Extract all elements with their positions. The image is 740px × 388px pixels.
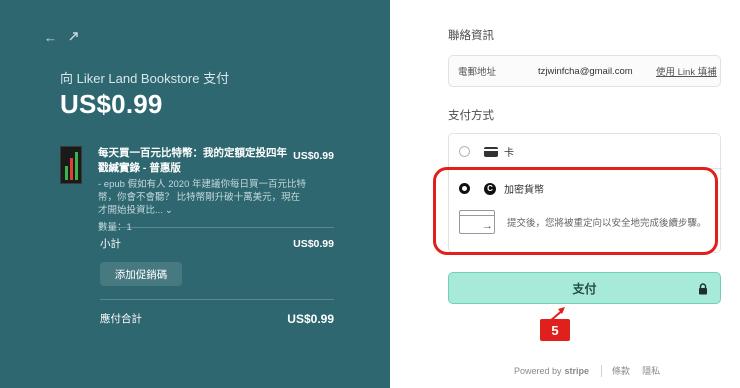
pay-to-label: 向 Liker Land Bookstore 支付 xyxy=(60,71,230,86)
store-logo-icon xyxy=(69,30,79,45)
terms-link[interactable]: 條款 xyxy=(612,364,630,377)
add-promo-code-button[interactable]: 添加促銷碼 xyxy=(100,262,182,286)
product-thumbnail xyxy=(60,146,82,184)
back-arrow-icon[interactable]: ← xyxy=(44,30,57,45)
link-autofill-link[interactable]: 使用 Link 填補 xyxy=(656,64,717,78)
footer: Powered by stripe 條款 隱私 xyxy=(514,364,672,377)
step-badge: 5 xyxy=(540,319,570,341)
subtotal-label: 小計 xyxy=(100,238,121,250)
total-label: 應付合計 xyxy=(100,313,142,325)
pay-button[interactable]: 支付 xyxy=(448,272,721,304)
total-value: US$0.99 xyxy=(287,311,334,326)
total-row: 應付合計 US$0.99 xyxy=(100,311,334,326)
card-label: 卡 xyxy=(504,148,514,159)
order-summary-panel: ← 向 Liker Land Bookstore 支付 US$0.99 每天買一… xyxy=(0,0,390,388)
pay-button-label: 支付 xyxy=(572,281,597,296)
subtotal-row: 小計 US$0.99 xyxy=(100,236,334,251)
subtotal-value: US$0.99 xyxy=(293,237,334,250)
email-field[interactable]: 電郵地址 tzjwinfcha@gmail.com 使用 Link 填補 xyxy=(448,55,721,87)
lock-icon xyxy=(699,283,707,295)
product-price: US$0.99 xyxy=(293,150,334,162)
powered-by-label: Powered by xyxy=(514,365,562,376)
card-radio[interactable] xyxy=(459,146,470,157)
stripe-logo[interactable]: stripe xyxy=(565,366,590,376)
divider xyxy=(100,227,334,228)
payment-option-card[interactable]: 卡 xyxy=(459,144,514,159)
email-label: 電郵地址 xyxy=(458,67,497,78)
chevron-down-icon[interactable]: ⌄ xyxy=(165,205,173,216)
crypto-highlight-annotation xyxy=(433,167,718,255)
product-name: 每天買一百元比特幣：我的定額定投四年戳緘實錄 - 普惠版 xyxy=(98,147,287,174)
divider xyxy=(100,299,334,300)
top-nav: ← xyxy=(44,30,79,45)
total-amount: US$0.99 xyxy=(60,89,163,119)
privacy-link[interactable]: 隱私 xyxy=(642,364,660,377)
product-line-item: 每天買一百元比特幣：我的定額定投四年戳緘實錄 - 普惠版 - epub 假如有人… xyxy=(60,146,334,233)
email-value[interactable]: tzjwinfcha@gmail.com xyxy=(538,66,656,77)
contact-info-title: 聯絡資訊 xyxy=(448,30,494,42)
product-quantity: 數量：1 xyxy=(98,222,132,233)
product-description[interactable]: - epub 假如有人 2020 年建議你每日買一百元比特幣，你會不會聽？ 比特… xyxy=(98,178,308,217)
credit-card-icon xyxy=(484,146,498,157)
payment-method-title: 支付方式 xyxy=(448,110,494,122)
